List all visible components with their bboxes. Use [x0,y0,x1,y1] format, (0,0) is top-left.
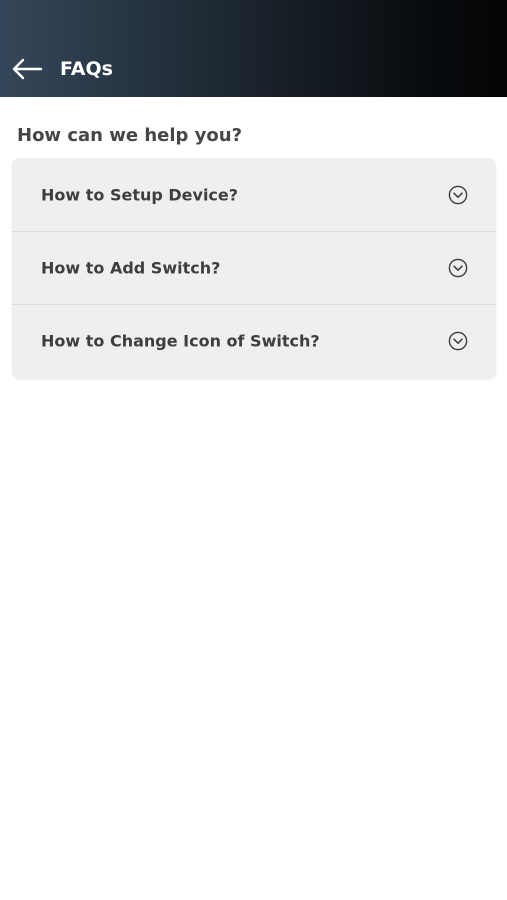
faq-item-setup-device[interactable]: How to Setup Device? [12,158,496,231]
faq-list: How to Setup Device? How to Add Switch? … [12,158,496,379]
chevron-down-circle-icon[interactable] [448,185,468,205]
faq-item-add-switch[interactable]: How to Add Switch? [12,231,496,304]
app-header: FAQs [0,0,507,97]
faq-item-change-icon[interactable]: How to Change Icon of Switch? [12,304,496,377]
faq-question: How to Change Icon of Switch? [41,331,320,351]
chevron-down-circle-icon[interactable] [448,331,468,351]
faq-question: How to Add Switch? [41,258,221,278]
chevron-down-circle-icon[interactable] [448,258,468,278]
faq-question: How to Setup Device? [41,185,239,204]
back-button[interactable] [8,53,46,85]
page-title: FAQs [60,58,113,80]
arrow-left-icon [11,58,43,80]
help-heading: How can we help you? [17,125,243,146]
